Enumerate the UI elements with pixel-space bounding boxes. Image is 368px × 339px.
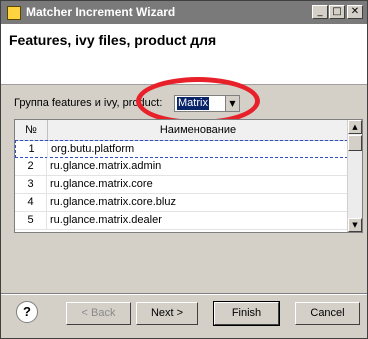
table-row[interactable]: 1 org.butu.platform	[15, 140, 348, 158]
wizard-window: Matcher Increment Wizard _ □ ✕ Features,…	[0, 0, 368, 339]
help-icon[interactable]: ?	[16, 301, 38, 323]
table-row[interactable]: 3 ru.glance.matrix.core	[15, 176, 348, 194]
column-header-number[interactable]: №	[15, 120, 48, 140]
close-button[interactable]: ✕	[347, 5, 363, 19]
product-dropdown[interactable]: Matrix ▼	[174, 95, 240, 112]
wizard-body: Группа features и ivy, product: Matrix ▼…	[1, 77, 367, 293]
product-dropdown-value: Matrix	[177, 97, 209, 110]
row-number: 1	[16, 141, 48, 158]
table-row[interactable]: 5 ru.glance.matrix.dealer	[15, 212, 348, 230]
row-name: ru.glance.matrix.core.bluz	[50, 196, 176, 208]
row-number: 4	[15, 194, 47, 211]
scroll-up-icon[interactable]: ▲	[348, 120, 362, 134]
back-button[interactable]: < Back	[66, 302, 131, 325]
next-button[interactable]: Next >	[136, 302, 198, 325]
page-title: Features, ivy files, product для	[9, 32, 217, 48]
row-number: 5	[15, 212, 47, 229]
table-header: № Наименование	[15, 120, 348, 141]
features-table[interactable]: № Наименование 1 org.butu.platform 2 ru.…	[14, 119, 363, 233]
cancel-button[interactable]: Cancel	[295, 302, 360, 325]
scroll-thumb[interactable]	[348, 135, 362, 151]
app-icon	[7, 6, 21, 20]
window-title: Matcher Increment Wizard	[26, 5, 176, 19]
chevron-down-icon[interactable]: ▼	[225, 96, 239, 111]
row-number: 2	[15, 158, 47, 175]
finish-button[interactable]: Finish	[213, 301, 280, 326]
maximize-button[interactable]: □	[329, 5, 345, 19]
title-bar[interactable]: Matcher Increment Wizard _ □ ✕	[1, 1, 367, 24]
table-row[interactable]: 2 ru.glance.matrix.admin	[15, 158, 348, 176]
wizard-header: Features, ivy files, product для	[1, 24, 367, 85]
scroll-down-icon[interactable]: ▼	[348, 218, 362, 232]
row-name: org.butu.platform	[51, 143, 135, 155]
row-name: ru.glance.matrix.core	[50, 178, 153, 190]
table-row[interactable]: 4 ru.glance.matrix.core.bluz	[15, 194, 348, 212]
column-header-name[interactable]: Наименование	[48, 120, 348, 140]
row-name: ru.glance.matrix.admin	[50, 160, 162, 172]
wizard-footer: ? < Back Next > Finish Cancel	[1, 295, 367, 338]
row-name: ru.glance.matrix.dealer	[50, 214, 162, 226]
minimize-button[interactable]: _	[312, 5, 328, 19]
vertical-scrollbar[interactable]: ▲ ▼	[347, 120, 362, 232]
row-number: 3	[15, 176, 47, 193]
product-group-label: Группа features и ivy, product:	[14, 97, 163, 109]
